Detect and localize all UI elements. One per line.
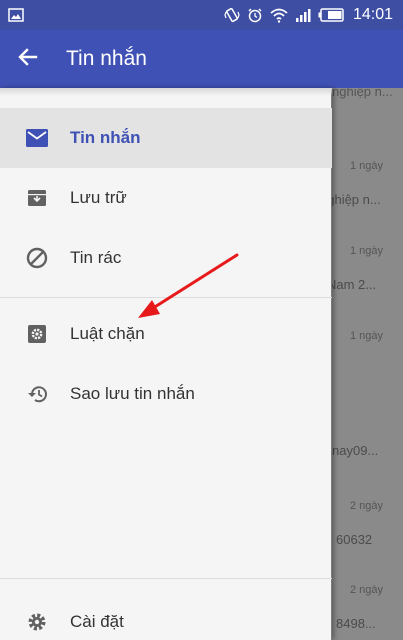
status-bar: 14:01	[0, 0, 403, 30]
drawer-item-label: Tin rác	[70, 248, 122, 267]
navigation-drawer: Tin nhắn Lưu trữ Tin rác Luật chặn Sao l…	[0, 88, 332, 640]
restore-icon	[0, 384, 72, 404]
drawer-item-label: Cài đặt	[70, 612, 124, 631]
message-snippet: Nam 2...	[332, 277, 377, 292]
drawer-divider	[0, 297, 332, 298]
message-snippet: nay09...	[332, 443, 379, 458]
battery-icon	[318, 8, 344, 22]
back-button[interactable]	[0, 30, 56, 88]
app-toolbar: Tin nhắn	[0, 30, 403, 88]
screen: 14:01 Tin nhắn nghiệp n... 1 ngày nghiệp…	[0, 0, 403, 640]
drawer-item-settings[interactable]: Cài đặt	[0, 592, 332, 640]
gear-icon	[0, 611, 72, 633]
message-date: 1 ngày	[350, 330, 384, 342]
message-list-background: nghiệp n... 1 ngày nghiệp n... 1 ngày Na…	[332, 88, 403, 640]
drawer-item-label: Luật chặn	[70, 324, 145, 343]
vibrate-icon	[224, 7, 240, 23]
mail-icon	[0, 129, 72, 147]
drawer-shadow	[0, 88, 332, 96]
drawer-item-label: Lưu trữ	[70, 188, 127, 207]
message-snippet: 60632	[336, 532, 373, 547]
alarm-icon	[247, 7, 263, 23]
message-date: 2 ngày	[350, 500, 384, 512]
message-date: 1 ngày	[350, 160, 384, 172]
drawer-item-backup[interactable]: Sao lưu tin nhắn	[0, 364, 332, 424]
message-date: 2 ngày	[350, 584, 384, 596]
settings-box-icon	[0, 324, 72, 344]
drawer-item-label: Tin nhắn	[70, 128, 141, 147]
toolbar-title: Tin nhắn	[66, 47, 147, 70]
wifi-icon	[270, 7, 288, 23]
message-snippet: nghiệp n...	[332, 192, 381, 207]
drawer-item-label: Sao lưu tin nhắn	[70, 384, 195, 403]
message-date: 1 ngày	[350, 245, 384, 257]
drawer-item-block-rules[interactable]: Luật chặn	[0, 304, 332, 364]
block-icon	[0, 247, 72, 269]
message-snippet: nghiệp n...	[332, 88, 393, 99]
drawer-divider	[0, 578, 332, 579]
message-snippet: 8498...	[336, 616, 376, 631]
status-time: 14:01	[352, 6, 393, 23]
drawer-item-spam[interactable]: Tin rác	[0, 228, 332, 288]
archive-icon	[0, 188, 72, 208]
drawer-item-archive[interactable]: Lưu trữ	[0, 168, 332, 228]
drawer-item-messages[interactable]: Tin nhắn	[0, 108, 332, 168]
image-icon	[8, 8, 24, 22]
signal-icon	[295, 7, 311, 23]
back-arrow-icon	[16, 45, 40, 74]
